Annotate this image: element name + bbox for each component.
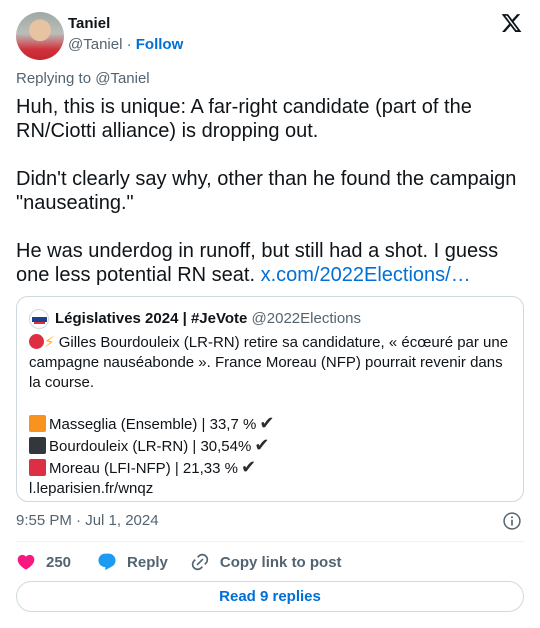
reply-button[interactable]: Reply: [97, 552, 168, 572]
post-paragraph: Didn't clearly say why, other than he fo…: [16, 168, 522, 214]
result-line: Masseglia (Ensemble) | 33,7 % ✔: [29, 413, 513, 435]
result-label: Bourdouleix (LR-RN) | 30,54%: [49, 438, 252, 455]
post-paragraph: He was underdog in runoff, but still had…: [16, 239, 526, 287]
check-mark-icon: ✔: [240, 457, 257, 477]
red-square-icon: [29, 459, 46, 476]
divider: [16, 541, 524, 542]
quoted-text: ⚡ Gilles Bourdouleix (LR-RN) retire sa c…: [29, 333, 513, 499]
post-paragraph: Huh, this is unique: A far-right candida…: [16, 96, 478, 142]
check-mark-icon: ✔: [254, 435, 270, 455]
reply-bubble-icon: [98, 553, 116, 571]
quoted-post[interactable]: Législatives 2024 | #JeVote @2022Electio…: [16, 296, 524, 502]
quoted-author-handle: @2022Elections: [251, 310, 362, 327]
copy-link-label: Copy link to post: [219, 553, 342, 571]
author-handle-row: @Taniel · Follow: [68, 36, 183, 53]
author-handle[interactable]: @Taniel: [68, 36, 122, 53]
orange-square-icon: [29, 415, 46, 432]
quoted-author-name: Législatives 2024 | #JeVote: [55, 310, 248, 327]
read-replies-button[interactable]: Read 9 replies: [16, 581, 524, 612]
post-timestamp[interactable]: 9:55 PM · Jul 1, 2024: [16, 512, 159, 529]
info-icon[interactable]: [502, 511, 522, 531]
author-avatar[interactable]: [16, 12, 64, 60]
action-bar: 250 Reply Copy link to post: [16, 552, 342, 572]
check-mark-icon: ✔: [259, 413, 275, 433]
separator: ·: [126, 36, 132, 53]
red-circle-icon: [29, 334, 44, 349]
result-line: Moreau (LFI-NFP) | 21,33 % ✔: [29, 457, 513, 479]
follow-button[interactable]: Follow: [136, 36, 184, 53]
quoted-lead-text: Gilles Bourdouleix (LR-RN) retire sa can…: [29, 334, 509, 391]
reply-context[interactable]: Replying to @Taniel: [16, 70, 150, 87]
like-count: 250: [46, 553, 72, 571]
copy-link-button[interactable]: Copy link to post: [190, 552, 342, 572]
x-logo-icon[interactable]: [500, 12, 523, 34]
lightning-icon: ⚡: [44, 334, 55, 351]
result-line: Bourdouleix (LR-RN) | 30,54% ✔: [29, 435, 513, 457]
quoted-author: Législatives 2024 | #JeVote @2022Electio…: [55, 310, 361, 327]
quoted-source-link: l.leparisien.fr/wnqz: [29, 480, 154, 497]
like-button[interactable]: 250: [16, 552, 71, 572]
post-link[interactable]: x.com/2022Elections/…: [261, 264, 471, 286]
embedded-post: Taniel @Taniel · Follow Replying to @Tan…: [0, 0, 540, 628]
quoted-avatar: [29, 309, 49, 329]
link-icon: [191, 553, 209, 571]
reply-label: Reply: [127, 553, 168, 571]
quoted-lead: ⚡ Gilles Bourdouleix (LR-RN) retire sa c…: [29, 333, 513, 393]
result-label: Masseglia (Ensemble) | 33,7 %: [49, 416, 257, 433]
black-square-icon: [29, 437, 46, 454]
author-name[interactable]: Taniel: [68, 15, 110, 32]
post-text: Huh, this is unique: A far-right candida…: [16, 95, 526, 287]
heart-icon: [17, 554, 35, 570]
result-label: Moreau (LFI-NFP) | 21,33 %: [49, 460, 238, 477]
